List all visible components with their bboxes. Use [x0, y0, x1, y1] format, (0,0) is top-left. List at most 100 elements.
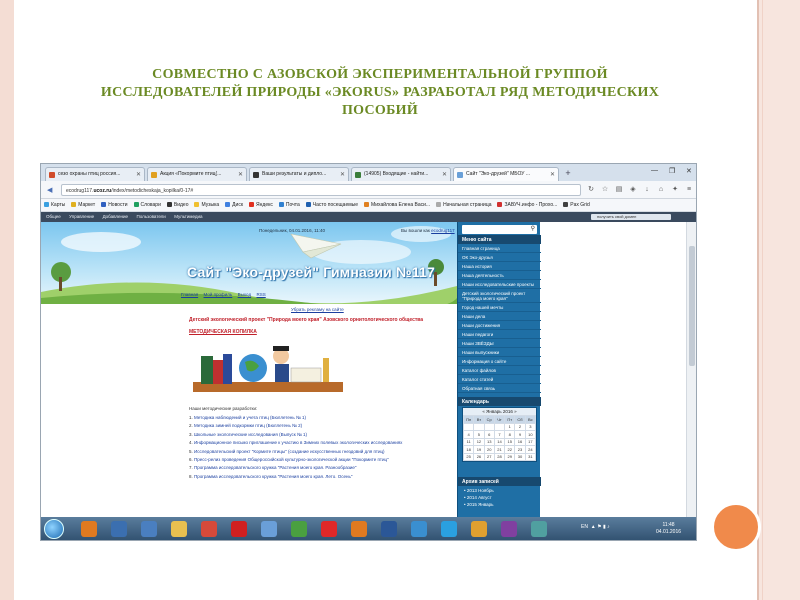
close-window-icon[interactable]: ✕ — [686, 167, 692, 175]
browser-tab-active[interactable]: Сайт "Эко-друзей" МБОУ ... ✕ — [453, 167, 559, 181]
viewer-icon[interactable] — [531, 521, 547, 537]
admin-menu-item[interactable]: Пользователи — [136, 214, 165, 219]
development-link[interactable]: Исследовательский проект "Кормите птицы"… — [194, 449, 385, 454]
calendar-day[interactable]: 1 — [504, 422, 516, 431]
calendar-day[interactable]: 14 — [493, 437, 506, 446]
hp-icon[interactable] — [111, 521, 127, 537]
extension-icon[interactable]: ✦ — [671, 186, 679, 194]
archive-item[interactable]: • 2013 Ноябрь — [458, 487, 541, 494]
calendar-day[interactable]: 8 — [504, 430, 516, 439]
calendar-day[interactable]: 28 — [493, 452, 506, 461]
bookmark-item[interactable]: Карты — [44, 202, 65, 208]
chat-icon[interactable] — [471, 521, 487, 537]
mail-icon[interactable] — [141, 521, 157, 537]
remove-ads-link[interactable]: Убрать рекламу на сайте — [291, 307, 344, 312]
nav-link-home[interactable]: Главная — [181, 292, 198, 297]
bookmark-item[interactable]: Яндекс — [249, 202, 273, 208]
calendar-day[interactable]: 24 — [524, 445, 537, 454]
nav-link-rss[interactable]: RSS — [256, 292, 265, 297]
calendar-month[interactable]: « Январь 2016 » — [463, 408, 536, 415]
bookmark-item[interactable]: Новости — [101, 202, 128, 208]
calendar-day[interactable]: 22 — [504, 445, 516, 454]
calendar-day[interactable]: 11 — [462, 437, 475, 446]
bookmark-item[interactable]: Часто посещаемые — [305, 202, 358, 208]
calendar-day[interactable]: 17 — [524, 437, 537, 446]
calendar-day[interactable]: 25 — [462, 452, 475, 461]
calendar-day[interactable]: 10 — [524, 430, 537, 439]
bookmark-item[interactable]: ЗАВУЧ.инфо - Прохо... — [497, 202, 557, 208]
archive-item[interactable]: • 2015 Январь — [458, 501, 541, 508]
close-icon[interactable]: ✕ — [442, 171, 447, 178]
search-icon[interactable]: ⚲ — [531, 225, 535, 234]
development-item[interactable]: 2. Методика зимней подкормки птиц (Бюлле… — [189, 423, 451, 428]
page-scrollbar[interactable] — [686, 222, 696, 517]
bookmark-star-icon[interactable]: ☆ — [601, 186, 609, 194]
pocket-icon[interactable]: ◈ — [629, 186, 637, 194]
folder-icon[interactable] — [171, 521, 187, 537]
development-item[interactable]: 3. Школьные экологические исследования (… — [189, 432, 451, 437]
browser-tab[interactable]: сезо охраны птиц россия... ✕ — [45, 167, 145, 181]
browser-tab[interactable]: Акция «Покормите птиц(... ✕ — [147, 167, 247, 181]
sidebar-menu-item[interactable]: Наша деятельность — [458, 271, 541, 280]
sidebar-menu-item[interactable]: Каталог файлов — [458, 366, 541, 375]
development-item[interactable]: 6. Пресс-релиз проведения Общероссийской… — [189, 457, 451, 462]
clock[interactable]: 11:48 04.01.2016 — [656, 522, 681, 536]
back-arrow-icon[interactable]: ◀ — [47, 186, 52, 194]
opera-icon[interactable] — [231, 521, 247, 537]
calendar-day[interactable]: 21 — [493, 445, 506, 454]
sidebar-menu-item[interactable]: Наши исследовательские проекты — [458, 280, 541, 289]
calendar-day[interactable]: 31 — [524, 452, 537, 461]
calendar-day[interactable]: 27 — [483, 452, 495, 461]
calendar-day[interactable]: 29 — [504, 452, 516, 461]
sidebar-menu-item[interactable]: Обратная связь — [458, 384, 541, 393]
sidebar-menu-item[interactable]: Детский экологический проект "Природа мо… — [458, 289, 541, 303]
development-link[interactable]: Школьные экологические исследования (Вып… — [194, 432, 307, 437]
close-icon[interactable]: ✕ — [136, 171, 141, 178]
minimize-icon[interactable]: — — [651, 167, 658, 174]
bookmark-item[interactable]: Музыка — [194, 202, 219, 208]
calendar-day[interactable]: 3 — [524, 422, 537, 431]
sidebar-menu-item[interactable]: ОК Эко-друзья — [458, 253, 541, 262]
bookmark-item[interactable]: Маркет — [71, 202, 95, 208]
close-icon[interactable]: ✕ — [550, 171, 555, 178]
calendar-day[interactable]: 5 — [473, 430, 485, 439]
calendar-day[interactable]: 12 — [473, 437, 485, 446]
sidebar-menu-item[interactable]: Каталог статей — [458, 375, 541, 384]
development-item[interactable]: 5. Исследовательский проект "Кормите пти… — [189, 449, 451, 454]
development-item[interactable]: 1. Методика наблюдений и учета птиц (Бюл… — [189, 415, 451, 420]
bookmark-item[interactable]: Видео — [166, 202, 188, 208]
bookmark-item[interactable]: Pax Grid — [563, 202, 590, 208]
calendar-day[interactable]: 20 — [483, 445, 495, 454]
development-link[interactable]: Информационное письмо приглашение к учас… — [194, 440, 402, 445]
development-link[interactable]: Программа исследовательского кружка "Рас… — [194, 465, 356, 470]
sidebar-menu-item[interactable]: Главная страница — [458, 244, 541, 253]
yandex-icon[interactable] — [321, 521, 337, 537]
sidebar-menu-item[interactable]: Наши педагоги — [458, 330, 541, 339]
login-user-link[interactable]: ecodrug117 — [431, 228, 454, 233]
bookmark-item[interactable]: Начальная страница — [436, 202, 491, 208]
calendar-day[interactable]: 19 — [473, 445, 485, 454]
calendar-day[interactable]: 30 — [514, 452, 526, 461]
admin-menu-item[interactable]: Мультимедиа — [174, 214, 202, 219]
sidebar-menu-item[interactable]: Город нашей мечты — [458, 303, 541, 312]
development-item[interactable]: 4. Информационное письмо приглашение к у… — [189, 440, 451, 445]
get-domain-button[interactable]: получить свой домен — [591, 214, 671, 220]
calendar-day[interactable]: 18 — [462, 445, 475, 454]
development-item[interactable]: 8. Программа исследовательского кружка "… — [189, 474, 451, 479]
start-button[interactable] — [44, 519, 64, 539]
download-icon[interactable]: ↓ — [643, 186, 651, 194]
sidebar-menu-item[interactable]: Наша история — [458, 262, 541, 271]
word-icon[interactable] — [381, 521, 397, 537]
sidebar-menu-item[interactable]: Наши дела — [458, 312, 541, 321]
skype-icon[interactable] — [441, 521, 457, 537]
bookmark-item[interactable]: Почта — [278, 202, 300, 208]
development-item[interactable]: 7. Программа исследовательского кружка "… — [189, 465, 451, 470]
scrollbar-thumb[interactable] — [689, 246, 695, 366]
calendar-day[interactable]: 4 — [462, 430, 475, 439]
admin-menu-item[interactable]: Общее — [46, 214, 61, 219]
paint-icon[interactable] — [261, 521, 277, 537]
url-field[interactable]: ecodrug117.ucoz.ru/index/metodicheskaja_… — [61, 184, 581, 196]
development-link[interactable]: Пресс-релиз проведения Общероссийской ку… — [194, 457, 389, 462]
browser-tab[interactable]: (14905) Входящие - найти... ✕ — [351, 167, 451, 181]
calendar-day[interactable]: 2 — [514, 422, 526, 431]
